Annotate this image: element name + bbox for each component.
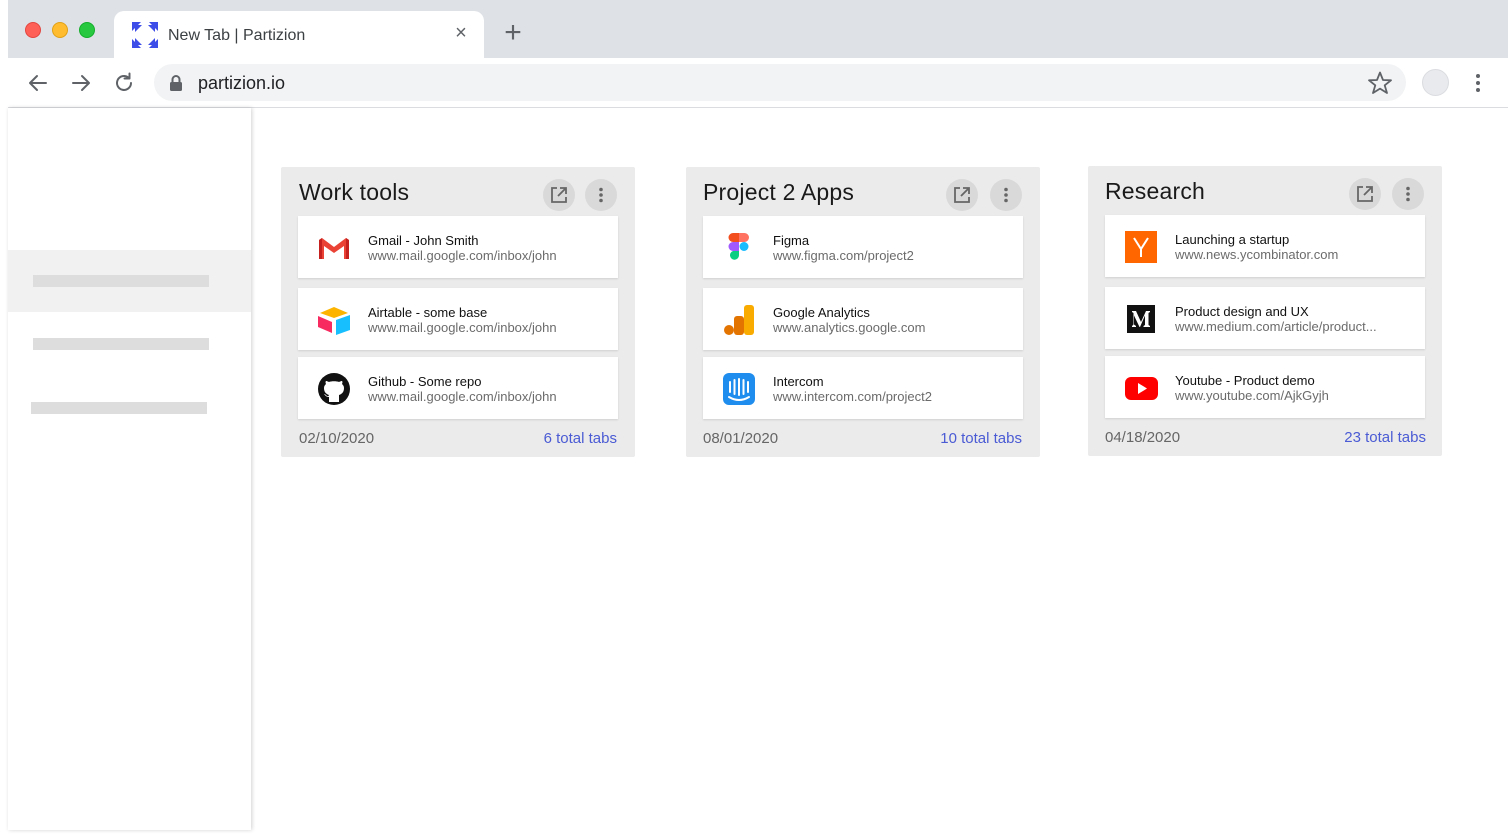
maximize-window-button[interactable] [79,22,95,38]
tab-url: www.medium.com/article/product... [1175,319,1377,334]
tab-title: Gmail - John Smith [368,233,479,248]
forward-arrow-icon[interactable] [69,71,93,95]
tab-card[interactable]: Google Analytics www.analytics.google.co… [703,288,1023,350]
tab-close-icon[interactable]: × [452,23,470,43]
new-tab-button[interactable]: + [500,18,526,48]
sidebar-item[interactable] [8,376,251,438]
group-title: Research [1105,178,1206,204]
tab-card[interactable]: Github - Some repo www.mail.google.com/i… [298,357,618,419]
ycombinator-icon [1125,231,1157,263]
partizion-logo-icon [132,22,158,48]
browser-tab[interactable]: New Tab | Partizion × [114,11,484,58]
tab-card[interactable]: Airtable - some base www.mail.google.com… [298,288,618,350]
tab-title: Product design and UX [1175,304,1309,319]
group-title: Project 2 Apps [703,179,855,205]
tab-card[interactable]: Intercom www.intercom.com/project2 [703,357,1023,419]
tab-card[interactable]: Youtube - Product demo www.youtube.com/A… [1105,356,1425,418]
open-external-icon [551,187,567,203]
open-group-button[interactable] [946,179,978,211]
tab-title: Launching a startup [1175,232,1290,247]
sidebar-item[interactable] [8,312,251,374]
github-icon [318,373,350,405]
back-arrow-icon[interactable] [26,71,50,95]
tab-title: Youtube - Product demo [1175,373,1315,388]
group-menu-button[interactable] [1392,178,1424,210]
tab-url: www.mail.google.com/inbox/john [368,389,557,404]
tab-url: www.intercom.com/project2 [773,389,932,404]
browser-menu-icon[interactable] [1468,71,1488,95]
google-analytics-icon [724,305,754,335]
airtable-icon [318,307,350,335]
sidebar-item-placeholder [31,402,207,414]
tab-group-work-tools: Work tools Gmail - John Smith www.mail.g… [281,167,635,457]
tab-card[interactable]: Figma www.figma.com/project2 [703,216,1023,278]
figma-icon [728,233,749,260]
group-menu-button[interactable] [585,179,617,211]
group-tab-count-link[interactable]: 23 total tabs [1344,429,1426,446]
tab-title: Google Analytics [773,305,870,320]
group-date: 02/10/2020 [299,430,375,447]
group-menu-button[interactable] [990,179,1022,211]
medium-icon [1127,305,1155,333]
tab-url: www.figma.com/project2 [773,248,914,263]
close-window-button[interactable] [25,22,41,38]
sidebar-item-placeholder [33,338,209,350]
title-bar: New Tab | Partizion × + [8,0,1508,58]
intercom-icon [723,373,755,405]
group-tab-count-link[interactable]: 6 total tabs [544,430,617,447]
more-vertical-icon [1406,186,1410,202]
reload-icon[interactable] [112,71,136,95]
sidebar-item-placeholder [33,275,209,287]
more-vertical-icon [599,187,603,203]
tab-url: www.analytics.google.com [773,320,926,335]
tab-group-project-2-apps: Project 2 Apps Figma www.figma.com/proje… [686,167,1040,457]
tab-card[interactable]: Launching a startup www.news.ycombinator… [1105,215,1425,277]
lock-icon [170,75,182,91]
address-url: partizion.io [198,73,286,93]
tab-url: www.mail.google.com/inbox/john [368,248,557,263]
group-date: 04/18/2020 [1105,429,1181,446]
tab-title: Airtable - some base [368,305,488,320]
address-bar[interactable]: partizion.io [154,64,1406,101]
browser-window: New Tab | Partizion × + partizion.io Wor… [8,0,1508,840]
minimize-window-button[interactable] [52,22,68,38]
tab-title: Github - Some repo [368,374,482,389]
browser-toolbar: partizion.io [8,58,1508,108]
tab-title: New Tab | Partizion [168,27,306,44]
open-group-button[interactable] [1349,178,1381,210]
tab-title: Figma [773,233,810,248]
tab-card[interactable]: Product design and UX www.medium.com/art… [1105,287,1425,349]
group-tab-count-link[interactable]: 10 total tabs [940,430,1022,447]
tab-url: www.news.ycombinator.com [1175,247,1339,262]
open-group-button[interactable] [543,179,575,211]
open-external-icon [1357,186,1373,202]
sidebar-item-active[interactable] [8,250,251,312]
profile-avatar[interactable] [1422,69,1449,96]
tab-title: Intercom [773,374,824,389]
more-vertical-icon [1004,187,1008,203]
tab-group-research: Research Launching a startup www.news.yc… [1088,166,1442,456]
sidebar [8,108,251,830]
youtube-icon [1125,377,1158,400]
tab-url: www.youtube.com/AjkGyjh [1175,388,1329,403]
gmail-icon [319,238,349,259]
open-external-icon [954,187,970,203]
tab-card[interactable]: Gmail - John Smith www.mail.google.com/i… [298,216,618,278]
group-title: Work tools [299,179,410,205]
tab-url: www.mail.google.com/inbox/john [368,320,557,335]
group-date: 08/01/2020 [703,430,779,447]
bookmark-star-icon[interactable] [1367,70,1393,96]
